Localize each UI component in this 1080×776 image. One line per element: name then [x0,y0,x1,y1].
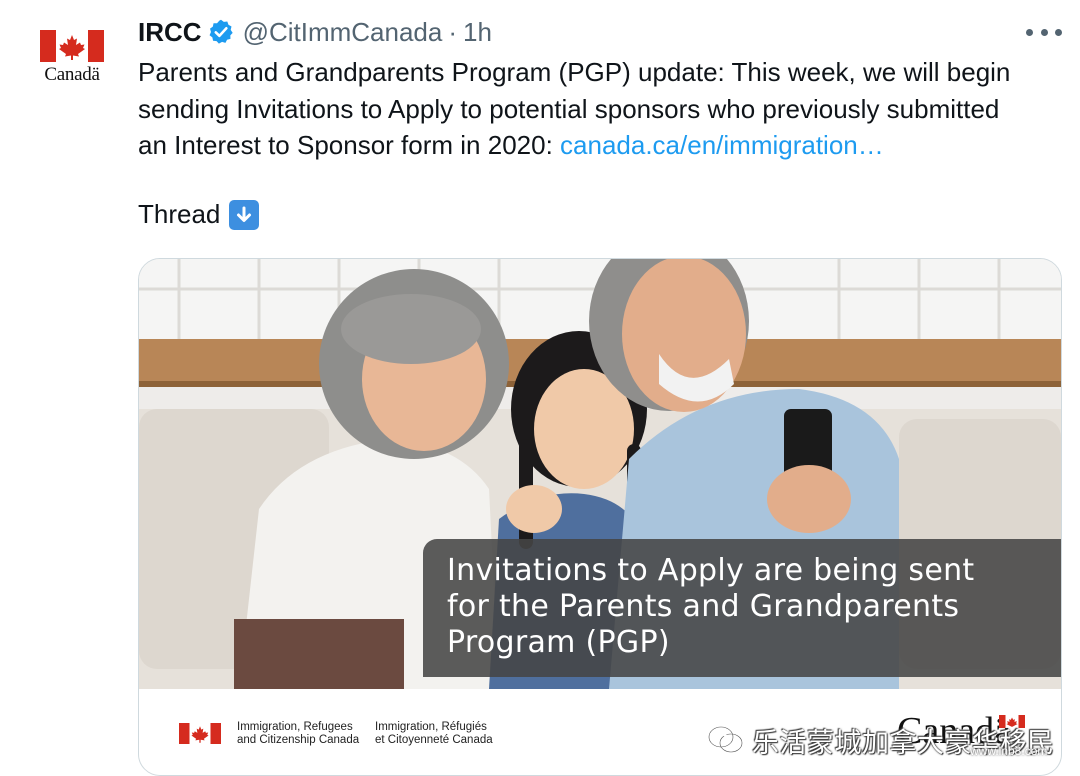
account-handle[interactable]: @CitImmCanada [243,17,443,48]
department-line: Immigration, Refugees [237,721,353,733]
maple-leaf-flag-icon [40,30,104,62]
tweet: Canadä IRCC @CitImmCanada · 1h Parents a… [0,0,1080,776]
caption-line: Invitations to Apply are being sent [447,553,975,588]
tweet-header: IRCC @CitImmCanada · 1h [138,14,492,50]
wechat-icon [707,725,744,754]
watermark-url: www.lnb8.com [970,744,1048,758]
separator-dot: · [448,16,458,47]
department-line: and Citizenship Canada [237,734,360,746]
tweet-text-line: sending Invitations to Apply to potentia… [138,93,1000,124]
department-line: et Citoyenneté Canada [375,734,493,746]
tweet-text: Parents and Grandparents Program (PGP) u… [138,54,1068,164]
caption-line: Program (PGP) [447,625,670,660]
department-name-fr: Immigration, Réfugiés et Citoyenneté Can… [375,721,493,747]
caption-line: for the Parents and Grandparents [447,589,960,624]
tweet-text-fragment: an Interest to Sponsor form in 2020: [138,130,561,160]
maple-leaf-flag-icon [179,723,221,744]
down-arrow-emoji-icon [229,199,260,230]
tweet-timestamp[interactable]: 1h [463,17,492,48]
thread-line: Thread [138,199,260,230]
more-dot [1055,28,1062,36]
tweet-media-image[interactable]: Invitations to Apply are being sent for … [138,258,1062,776]
thread-label: Thread [138,199,221,229]
display-name[interactable]: IRCC [138,17,202,48]
more-options-icon[interactable] [1026,22,1062,42]
verified-badge-icon [209,19,233,44]
tweet-text-line: Parents and Grandparents Program (PGP) u… [138,57,1011,87]
department-name-en: Immigration, Refugees and Citizenship Ca… [237,721,359,747]
more-dot [1040,28,1048,36]
more-dot [1026,28,1033,36]
avatar-wordmark: Canadä [44,64,100,85]
avatar[interactable]: Canadä [34,26,110,90]
tweet-link[interactable]: canada.ca/en/immigration… [560,130,884,160]
department-line: Immigration, Réfugiés [375,721,487,733]
image-caption-overlay: Invitations to Apply are being sent for … [423,539,1061,677]
tweet-text-line: an Interest to Sponsor form in 2020: can… [138,127,1068,164]
